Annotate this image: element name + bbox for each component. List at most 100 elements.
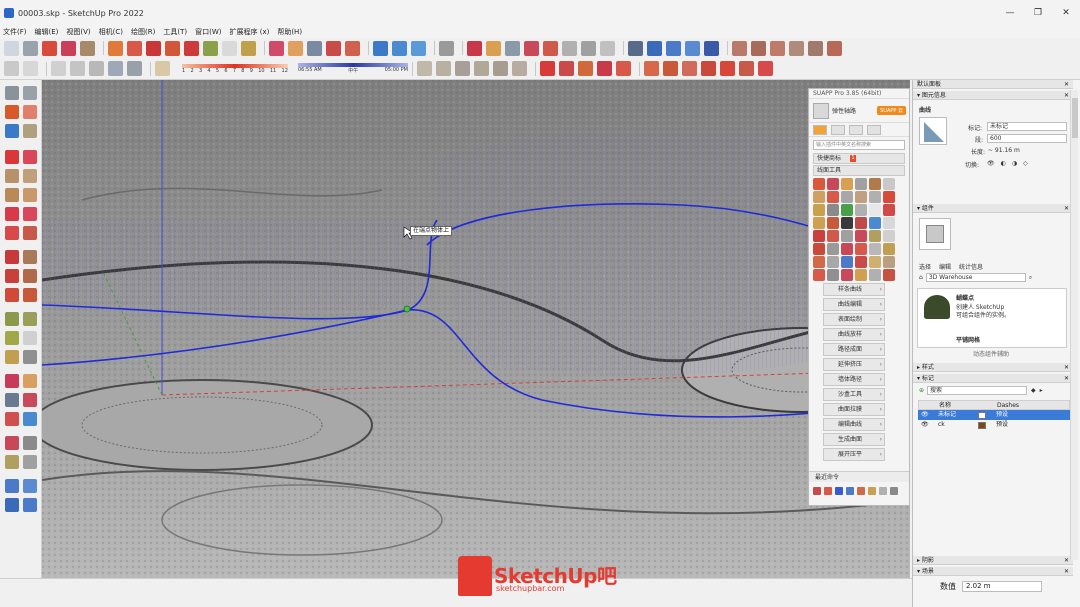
tool-icon[interactable] bbox=[841, 269, 853, 281]
monochrome-icon[interactable] bbox=[127, 61, 142, 76]
home-icon[interactable] bbox=[455, 61, 470, 76]
zoom-window-icon[interactable] bbox=[326, 40, 341, 56]
tool-icon[interactable] bbox=[813, 256, 825, 268]
menu-file[interactable]: 文件(F) bbox=[3, 27, 27, 37]
tool-icon[interactable] bbox=[883, 217, 895, 229]
tab-statistics[interactable]: 统计信息 bbox=[959, 262, 983, 271]
suapp-cloud-button[interactable]: SUAPP 云 bbox=[877, 106, 906, 115]
solid-trim-icon[interactable] bbox=[770, 40, 785, 56]
tool-icon[interactable] bbox=[869, 230, 881, 242]
tab-select[interactable]: 选择 bbox=[919, 262, 931, 271]
cmd-curve-edit[interactable]: 曲线编辑 bbox=[823, 298, 885, 311]
minimize-button[interactable]: — bbox=[996, 0, 1024, 26]
dimension-icon[interactable] bbox=[23, 312, 37, 326]
section-plane-icon[interactable] bbox=[467, 40, 482, 56]
tool-icon[interactable] bbox=[841, 191, 853, 203]
wireframe-icon[interactable] bbox=[51, 61, 66, 76]
orbit-left-icon[interactable] bbox=[5, 374, 19, 388]
cmd-edit-curve[interactable]: 编辑曲线 bbox=[823, 418, 885, 431]
search-icon[interactable] bbox=[4, 40, 19, 56]
line-tool-icon[interactable] bbox=[42, 40, 57, 56]
cmd-generate-surface[interactable]: 生成曲面 bbox=[823, 433, 885, 446]
tool-icon[interactable] bbox=[883, 191, 895, 203]
tool-icon[interactable] bbox=[841, 178, 853, 190]
tab-edit[interactable]: 编辑 bbox=[939, 262, 951, 271]
close-icon[interactable]: ✕ bbox=[1064, 556, 1069, 565]
xray-icon[interactable] bbox=[4, 61, 19, 76]
shaded-icon[interactable] bbox=[89, 61, 104, 76]
table-row[interactable]: 👁 ck 预设 bbox=[918, 420, 1070, 430]
solid-intersect-icon[interactable] bbox=[789, 40, 804, 56]
quick-trademark-row[interactable]: 快捷商标 1 bbox=[813, 153, 905, 164]
tab-home[interactable] bbox=[813, 124, 827, 135]
close-icon[interactable]: ✕ bbox=[1064, 91, 1069, 100]
tag-dashes[interactable]: 预设 bbox=[996, 410, 1056, 420]
tool-icon[interactable] bbox=[827, 243, 839, 255]
tool-icon[interactable] bbox=[883, 243, 895, 255]
eye-icon[interactable]: 👁 bbox=[918, 420, 938, 430]
pan-left-icon[interactable] bbox=[23, 374, 37, 388]
tool-icon[interactable] bbox=[841, 256, 853, 268]
plugin-g-icon[interactable] bbox=[758, 61, 773, 76]
walk-left-icon[interactable] bbox=[5, 455, 19, 469]
recent-tool-icon[interactable] bbox=[824, 487, 832, 495]
look-around-icon[interactable] bbox=[505, 40, 520, 56]
solid-split-icon[interactable] bbox=[808, 40, 823, 56]
back-edges-icon[interactable] bbox=[23, 61, 38, 76]
cmd-unfold-flatten[interactable]: 展开压平 bbox=[823, 448, 885, 461]
cmd-surface-draw[interactable]: 表面绘制 bbox=[823, 313, 885, 326]
rotate-tool-icon[interactable] bbox=[184, 40, 199, 56]
menu-help[interactable]: 帮助(H) bbox=[277, 27, 302, 37]
entity-info-header[interactable]: ▾ 图元信息 ✕ bbox=[913, 91, 1073, 100]
smoove-icon[interactable] bbox=[581, 40, 596, 56]
tool-icon[interactable] bbox=[855, 230, 867, 242]
tool-icon[interactable] bbox=[883, 269, 895, 281]
tool-icon[interactable] bbox=[869, 256, 881, 268]
arc-left-icon[interactable] bbox=[5, 207, 19, 221]
text-tool-icon[interactable] bbox=[222, 40, 237, 56]
roof-icon[interactable] bbox=[493, 61, 508, 76]
components-header[interactable]: ▾ 组件 ✕ bbox=[913, 204, 1073, 213]
sandbox-icon[interactable] bbox=[562, 40, 577, 56]
zoom-window-left-icon[interactable] bbox=[23, 393, 37, 407]
push-pull-left-icon[interactable] bbox=[23, 250, 37, 264]
tool-icon[interactable] bbox=[883, 230, 895, 242]
tool-icon[interactable] bbox=[883, 204, 895, 216]
tape-left-icon[interactable] bbox=[5, 312, 19, 326]
plugin-a-icon[interactable] bbox=[644, 61, 659, 76]
freehand-icon[interactable] bbox=[23, 150, 37, 164]
cmd-curve-loft[interactable]: 曲线放样 bbox=[823, 328, 885, 341]
eraser-icon[interactable] bbox=[108, 40, 123, 56]
plugin-magnet-icon[interactable] bbox=[616, 61, 631, 76]
rotate-left-icon[interactable] bbox=[5, 269, 19, 283]
eye-icon[interactable]: 👁 bbox=[918, 410, 938, 420]
move-left-icon[interactable] bbox=[5, 250, 19, 264]
close-icon[interactable]: ✕ bbox=[1064, 80, 1069, 89]
rotated-rect-icon[interactable] bbox=[23, 169, 37, 183]
shaded-textures-icon[interactable] bbox=[108, 61, 123, 76]
shadows-icon[interactable] bbox=[155, 61, 170, 76]
tool-icon[interactable] bbox=[869, 204, 881, 216]
position-camera-left-icon[interactable] bbox=[5, 436, 19, 450]
axes-left-icon[interactable] bbox=[5, 350, 19, 364]
dashes-column-header[interactable]: Dashes bbox=[997, 401, 1057, 409]
pie-icon[interactable] bbox=[23, 226, 37, 240]
rectangle-icon[interactable] bbox=[5, 169, 19, 183]
name-column-header[interactable]: 名称 bbox=[939, 401, 979, 409]
measurements-input[interactable]: 2.02 m bbox=[962, 580, 1042, 592]
lock-icon[interactable]: ◇ bbox=[1023, 160, 1028, 167]
model-canvas[interactable] bbox=[42, 80, 910, 578]
tool-icon[interactable] bbox=[827, 178, 839, 190]
tag-color-swatch[interactable] bbox=[978, 411, 986, 419]
tool-icon[interactable] bbox=[855, 204, 867, 216]
cmd-path-face[interactable]: 路径成面 bbox=[823, 343, 885, 356]
plugin-gear-icon[interactable] bbox=[578, 61, 593, 76]
tool-icon[interactable] bbox=[841, 204, 853, 216]
menu-view[interactable]: 视图(V) bbox=[66, 27, 90, 37]
warehouse-search[interactable]: 3D Warehouse bbox=[925, 273, 1026, 282]
component-name-2[interactable]: 平铺网格 bbox=[956, 335, 980, 344]
recent-tool-icon[interactable] bbox=[857, 487, 865, 495]
scale-icon[interactable] bbox=[5, 288, 19, 302]
tool-icon[interactable] bbox=[869, 243, 881, 255]
tool-icon[interactable] bbox=[813, 230, 825, 242]
